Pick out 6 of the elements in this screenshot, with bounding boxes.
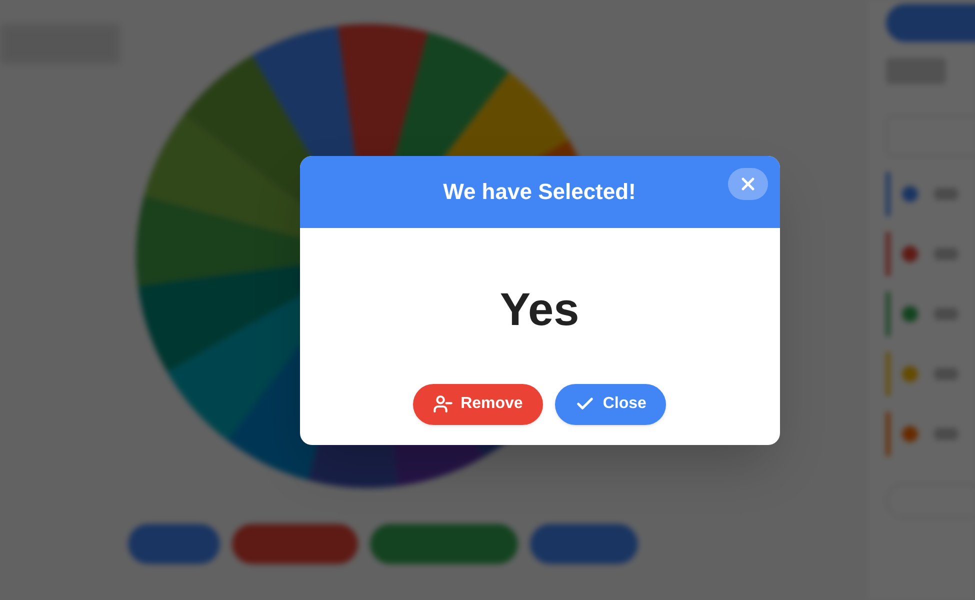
dialog-title: We have Selected! <box>443 178 636 206</box>
user-minus-icon <box>432 394 453 414</box>
remove-button[interactable]: Remove <box>412 384 543 424</box>
close-button[interactable] <box>728 168 768 200</box>
selected-result: Yes <box>500 286 580 332</box>
close-dialog-button[interactable]: Close <box>554 384 666 424</box>
